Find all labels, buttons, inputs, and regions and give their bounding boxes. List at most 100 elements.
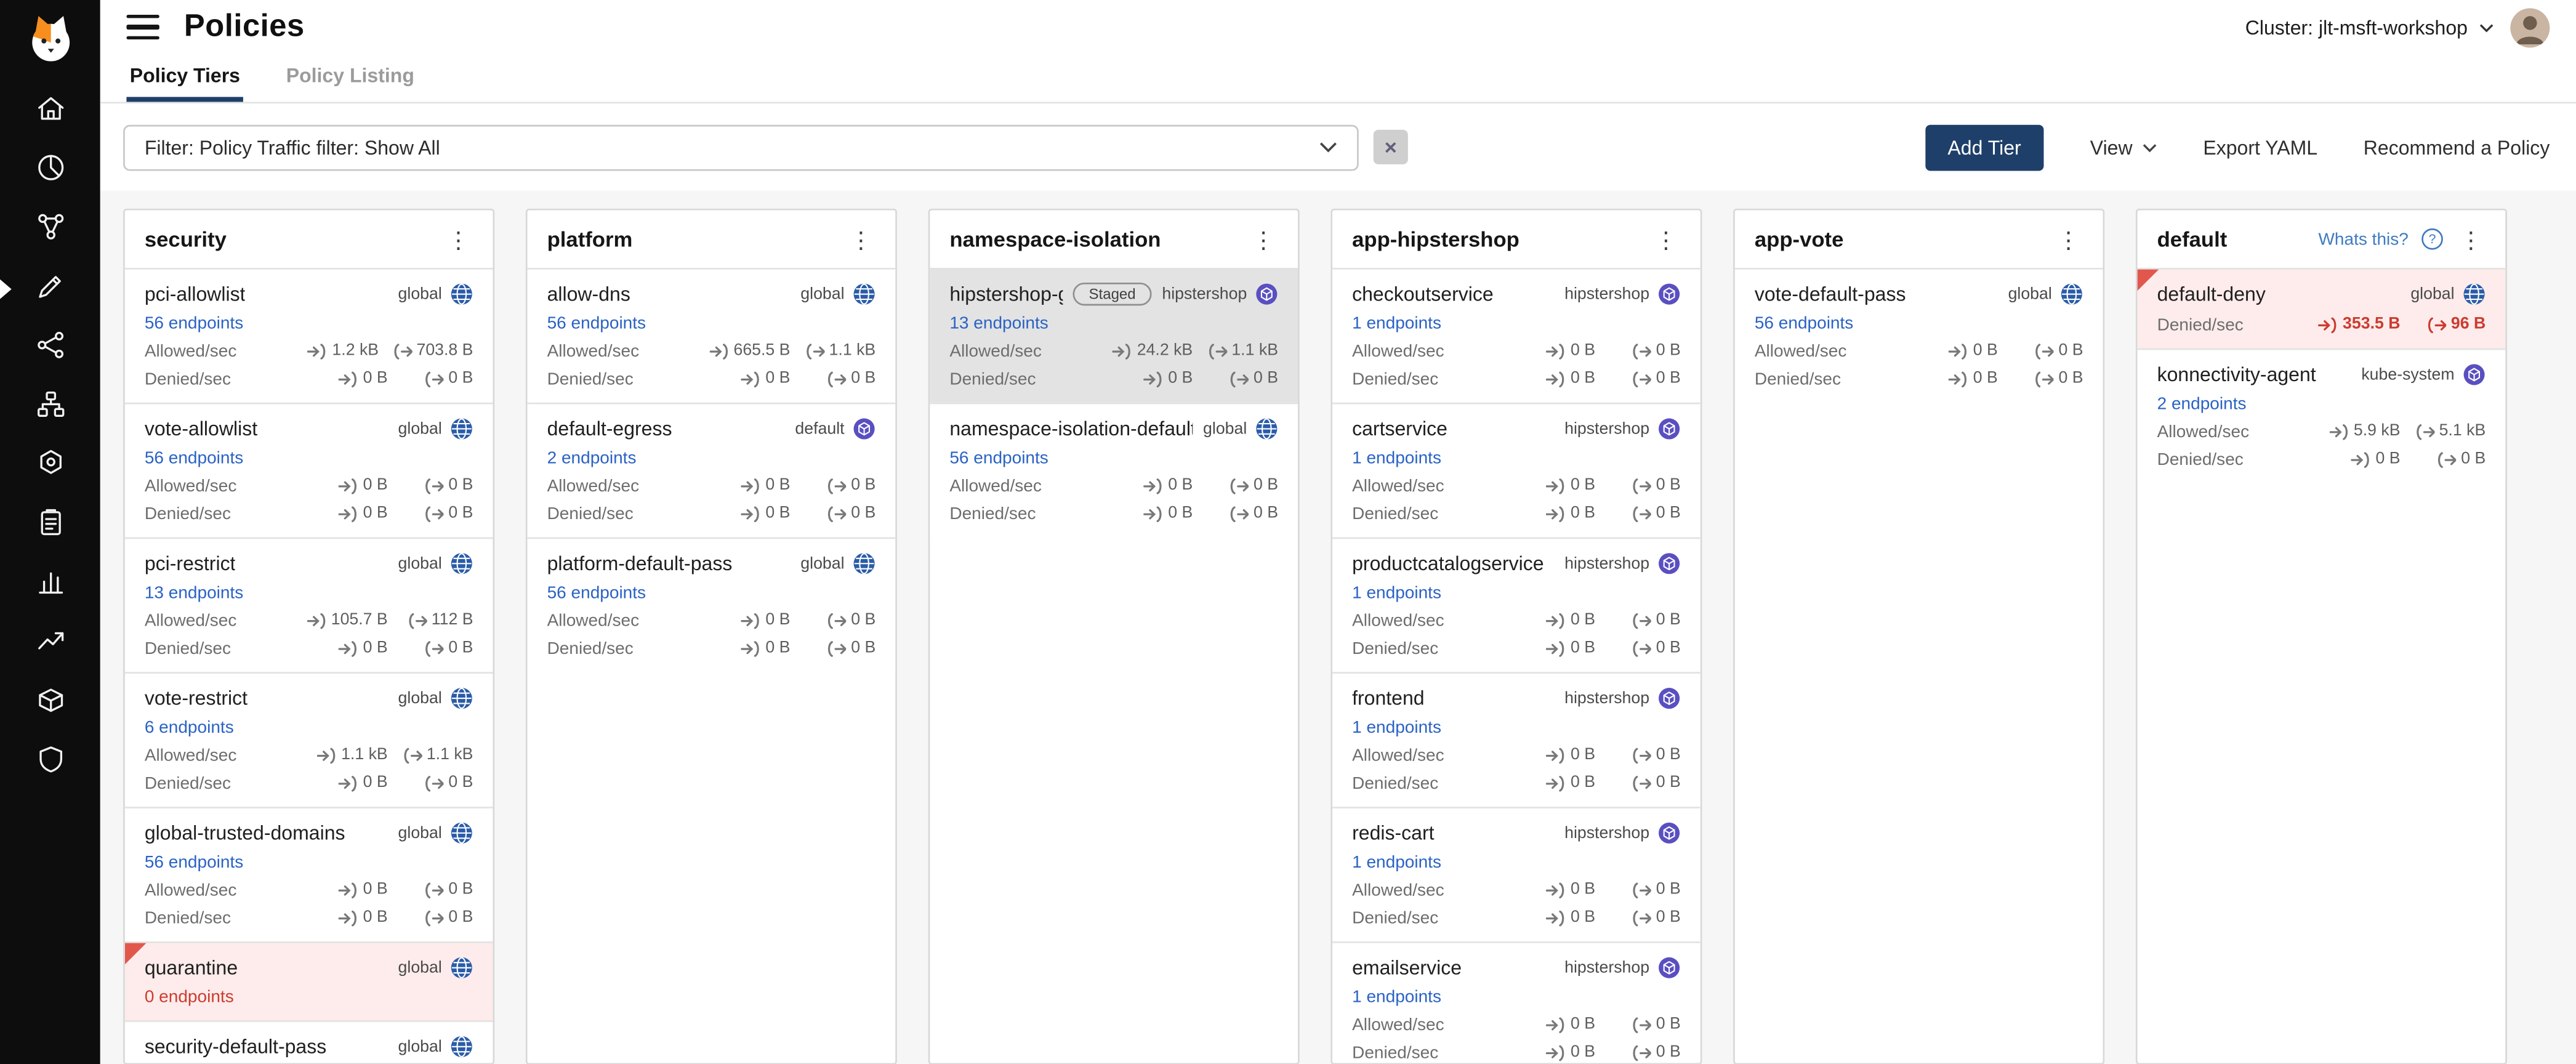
export-yaml-button[interactable]: Export YAML bbox=[2203, 135, 2317, 158]
endpoints-link[interactable]: 1 endpoints bbox=[1352, 988, 1681, 1007]
policy-card[interactable]: default-egressdefault2 endpointsAllowed/… bbox=[528, 403, 896, 538]
endpoints-link[interactable]: 56 endpoints bbox=[547, 314, 876, 334]
policy-card[interactable]: vote-default-passglobal56 endpointsAllow… bbox=[1735, 268, 2103, 403]
ingress-arrow-icon bbox=[1143, 477, 1163, 494]
clear-filter-button[interactable]: × bbox=[1374, 130, 1408, 164]
endpoints-link[interactable]: 56 endpoints bbox=[1755, 314, 2083, 334]
ingress-value: 0 B bbox=[1973, 369, 1998, 387]
stat-ingress: 0 B bbox=[309, 881, 388, 898]
sidebar-item-nodes[interactable] bbox=[0, 378, 100, 437]
egress-value: 0 B bbox=[1656, 504, 1681, 522]
endpoints-link[interactable]: 1 endpoints bbox=[1352, 583, 1681, 603]
egress-arrow-icon bbox=[1632, 612, 1651, 629]
page-title: Policies bbox=[184, 9, 305, 46]
endpoints-link[interactable]: 0 endpoints bbox=[145, 988, 473, 1007]
toolbar: Filter: Policy Traffic filter: Show All … bbox=[100, 103, 2576, 190]
namespace-icon bbox=[1657, 821, 1680, 844]
policy-card[interactable]: security-default-passglobal bbox=[125, 1020, 493, 1063]
sidebar-item-timeline[interactable] bbox=[0, 615, 100, 674]
policy-card[interactable]: vote-restrictglobal6 endpointsAllowed/se… bbox=[125, 672, 493, 807]
endpoints-link[interactable]: 2 endpoints bbox=[547, 448, 876, 468]
stat-egress: 0 B bbox=[803, 504, 875, 522]
sidebar-item-inventory[interactable] bbox=[0, 674, 100, 733]
endpoints-link[interactable]: 2 endpoints bbox=[2157, 394, 2486, 414]
policy-card[interactable]: productcatalogservicehipstershop1 endpoi… bbox=[1332, 538, 1701, 672]
endpoints-link[interactable]: 1 endpoints bbox=[1352, 718, 1681, 738]
tier-menu-button[interactable]: ⋮ bbox=[846, 228, 875, 251]
ingress-arrow-icon bbox=[1546, 640, 1566, 656]
ingress-value: 0 B bbox=[765, 477, 790, 494]
cluster-selector[interactable]: Cluster: jlt-msft-workshop bbox=[2245, 15, 2494, 38]
endpoints-link[interactable]: 6 endpoints bbox=[145, 718, 473, 738]
globe-icon bbox=[1255, 417, 1278, 440]
tier-menu-button[interactable]: ⋮ bbox=[2054, 228, 2083, 251]
stat-egress: 0 B bbox=[1608, 746, 1680, 764]
sidebar-item-home[interactable] bbox=[0, 82, 100, 141]
policy-card[interactable]: pci-allowlistglobal56 endpointsAllowed/s… bbox=[125, 268, 493, 403]
tab-policy-tiers[interactable]: Policy Tiers bbox=[126, 54, 243, 102]
policy-card[interactable]: frontendhipstershop1 endpointsAllowed/se… bbox=[1332, 672, 1701, 807]
policy-card[interactable]: allow-dnsglobal56 endpointsAllowed/sec66… bbox=[528, 268, 896, 403]
sidebar-item-policies[interactable] bbox=[0, 260, 100, 319]
stat-values: 0 B0 B bbox=[1114, 369, 1278, 387]
endpoints-link[interactable]: 56 endpoints bbox=[145, 853, 473, 873]
endpoints-link[interactable]: 1 endpoints bbox=[1352, 853, 1681, 873]
endpoints-link[interactable]: 13 endpoints bbox=[949, 314, 1278, 334]
whats-this-link[interactable]: Whats this? bbox=[2318, 229, 2408, 249]
policy-card[interactable]: pci-restrictglobal13 endpointsAllowed/se… bbox=[125, 538, 493, 672]
sidebar-item-compliance[interactable] bbox=[0, 496, 100, 555]
policy-name: vote-default-pass bbox=[1755, 283, 1906, 305]
tab-policy-listing[interactable]: Policy Listing bbox=[283, 54, 417, 102]
stat-label: Allowed/sec bbox=[949, 341, 1042, 361]
sidebar-item-dashboard[interactable] bbox=[0, 141, 100, 200]
egress-value: 0 B bbox=[448, 369, 473, 387]
sidebar-item-cluster[interactable] bbox=[0, 437, 100, 496]
egress-arrow-icon bbox=[1632, 775, 1651, 791]
stat-label: Denied/sec bbox=[547, 639, 634, 658]
endpoints-link[interactable]: 56 endpoints bbox=[145, 314, 473, 334]
endpoints-link[interactable]: 1 endpoints bbox=[1352, 448, 1681, 468]
endpoints-link[interactable]: 13 endpoints bbox=[145, 583, 473, 603]
egress-value: 0 B bbox=[448, 909, 473, 927]
tier-menu-button[interactable]: ⋮ bbox=[1249, 228, 1278, 251]
sidebar-item-reports[interactable] bbox=[0, 555, 100, 615]
endpoints-link[interactable]: 56 endpoints bbox=[949, 448, 1278, 468]
policy-card[interactable]: quarantineglobal 0 endpoints bbox=[125, 941, 493, 1020]
egress-arrow-icon bbox=[2415, 423, 2434, 440]
policy-card[interactable]: hipstershop-gh...Stagedhipstershop13 end… bbox=[930, 268, 1298, 403]
tier-menu-button[interactable]: ⋮ bbox=[2456, 228, 2485, 251]
tier-menu-button[interactable]: ⋮ bbox=[1651, 228, 1681, 251]
policy-card[interactable]: global-trusted-domainsglobal56 endpoints… bbox=[125, 807, 493, 941]
stat-row: Denied/sec0 B0 B bbox=[547, 637, 876, 659]
policy-card[interactable]: namespace-isolation-default-p...global56… bbox=[930, 403, 1298, 538]
stat-values: 0 B0 B bbox=[711, 369, 875, 387]
policy-card[interactable]: platform-default-passglobal56 endpointsA… bbox=[528, 538, 896, 672]
policy-card[interactable]: redis-carthipstershop1 endpointsAllowed/… bbox=[1332, 807, 1701, 941]
policy-card[interactable]: emailservicehipstershop1 endpointsAllowe… bbox=[1332, 941, 1701, 1063]
recommend-policy-button[interactable]: Recommend a Policy bbox=[2364, 135, 2550, 158]
menu-icon[interactable] bbox=[126, 15, 159, 39]
policy-card[interactable]: default-denyglobalDenied/sec353.5 B96 B bbox=[2138, 268, 2506, 349]
policy-card[interactable]: konnectivity-agentkube-system2 endpoints… bbox=[2138, 349, 2506, 483]
endpoints-link[interactable]: 1 endpoints bbox=[1352, 314, 1681, 334]
sidebar-item-network[interactable] bbox=[0, 319, 100, 378]
stat-egress: 0 B bbox=[401, 504, 473, 522]
policy-filter-select[interactable]: Filter: Policy Traffic filter: Show All bbox=[123, 124, 1359, 170]
policy-card[interactable]: vote-allowlistglobal56 endpointsAllowed/… bbox=[125, 403, 493, 538]
view-button[interactable]: View bbox=[2090, 135, 2157, 158]
tier-menu-button[interactable]: ⋮ bbox=[443, 228, 473, 251]
sidebar-item-threat-defense[interactable] bbox=[0, 733, 100, 792]
policy-card[interactable]: cartservicehipstershop1 endpointsAllowed… bbox=[1332, 403, 1701, 538]
stat-ingress: 0 B bbox=[1516, 504, 1595, 522]
add-tier-button[interactable]: Add Tier bbox=[1925, 124, 2044, 170]
endpoints-link[interactable]: 56 endpoints bbox=[145, 448, 473, 468]
calico-logo[interactable] bbox=[17, 7, 83, 73]
policy-card[interactable]: checkoutservicehipstershop1 endpointsAll… bbox=[1332, 268, 1701, 403]
sidebar-item-service-graph[interactable] bbox=[0, 201, 100, 260]
ingress-arrow-icon bbox=[1546, 506, 1566, 522]
tier-header: security⋮ bbox=[125, 211, 493, 268]
stat-values: 105.7 B112 B bbox=[307, 611, 473, 629]
policy-name-row: quarantineglobal bbox=[145, 954, 473, 981]
user-avatar[interactable] bbox=[2510, 7, 2550, 47]
endpoints-link[interactable]: 56 endpoints bbox=[547, 583, 876, 603]
